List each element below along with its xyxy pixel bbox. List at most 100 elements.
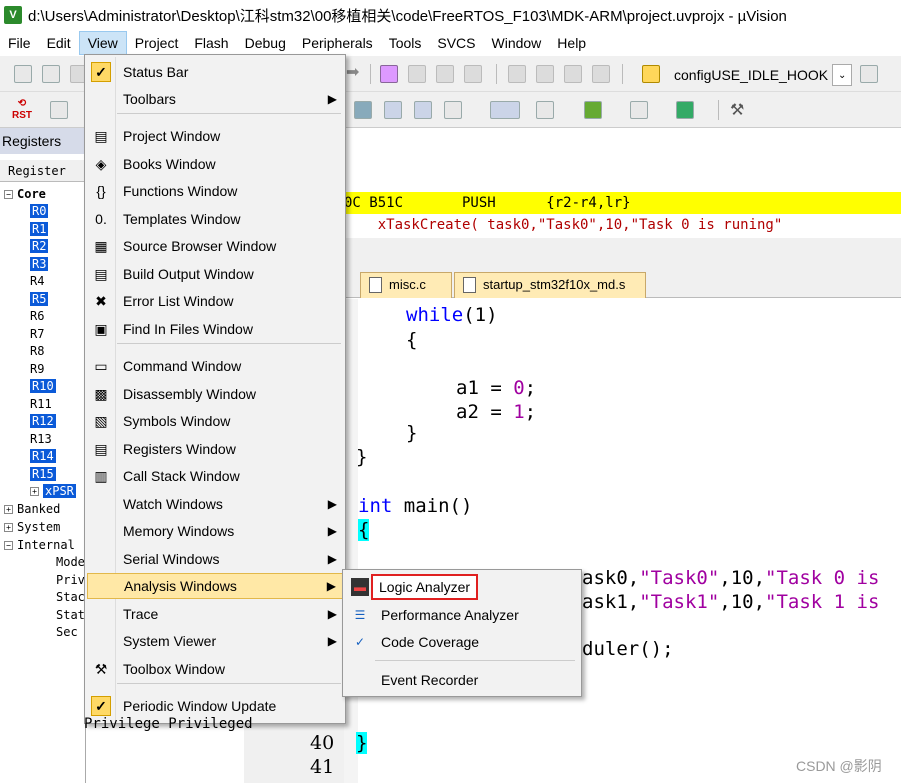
view-menu-item-command-window[interactable]: ▭ Command Window <box>87 353 343 379</box>
tree-node-internal[interactable]: − Internal <box>4 537 75 553</box>
new-file-icon[interactable] <box>14 65 32 83</box>
view-menu-item-source-browser-window[interactable]: ▦ Source Browser Window <box>87 233 343 259</box>
find-in-files-icon[interactable] <box>642 65 660 83</box>
tree-node-core[interactable]: − Core <box>4 186 46 202</box>
view-menu-item-templates-window[interactable]: 0. Templates Window <box>87 206 343 232</box>
menu-help[interactable]: Help <box>549 31 594 55</box>
watch-window-icon[interactable] <box>444 101 462 119</box>
register-name: R9 <box>30 361 45 376</box>
menu-svcs[interactable]: SVCS <box>429 31 483 55</box>
view-menu-item-system-viewer[interactable]: System Viewer ▶ <box>87 628 343 654</box>
register-row[interactable]: R13 <box>30 431 52 447</box>
register-row[interactable]: R10 <box>30 378 56 394</box>
next-bookmark-icon[interactable] <box>436 65 454 83</box>
register-row[interactable]: R4 <box>30 273 44 289</box>
unindent-icon[interactable] <box>536 65 554 83</box>
register-row[interactable]: R14 <box>30 448 56 464</box>
view-menu-item-functions-window[interactable]: {} Functions Window <box>87 178 343 204</box>
internal-child[interactable]: Mode <box>56 554 85 570</box>
indent-icon[interactable] <box>508 65 526 83</box>
view-menu-item-serial-windows[interactable]: Serial Windows ▶ <box>87 546 343 572</box>
collapse-icon[interactable]: − <box>4 190 13 199</box>
view-menu-item-disassembly-window[interactable]: ▩ Disassembly Window <box>87 381 343 407</box>
internal-child[interactable]: Sec <box>56 624 78 640</box>
register-row[interactable]: R11 <box>30 396 52 412</box>
view-menu-item-project-window[interactable]: ▤ Project Window <box>87 123 343 149</box>
bookmark-icon[interactable] <box>380 65 398 83</box>
view-menu-item-books-window[interactable]: ◈ Books Window <box>87 151 343 177</box>
view-menu-item-trace[interactable]: Trace ▶ <box>87 601 343 627</box>
view-menu-item-toolbox-window[interactable]: ⚒ Toolbox Window <box>87 656 343 682</box>
view-menu-item-watch-windows[interactable]: Watch Windows ▶ <box>87 491 343 517</box>
view-menu-item-error-list-window[interactable]: ✖ Error List Window <box>87 288 343 314</box>
clear-bookmarks-icon[interactable] <box>464 65 482 83</box>
register-row[interactable]: R5 <box>30 291 49 307</box>
view-menu-item-memory-windows[interactable]: Memory Windows ▶ <box>87 518 343 544</box>
register-row[interactable]: R15 <box>30 466 56 482</box>
expand-icon[interactable]: + <box>30 487 39 496</box>
register-row[interactable]: R9 <box>30 361 44 377</box>
serial-window-icon[interactable] <box>536 101 554 119</box>
register-row[interactable]: R7 <box>30 326 44 342</box>
tab-startup-s[interactable]: startup_stm32f10x_md.s <box>454 272 646 298</box>
prev-bookmark-icon[interactable] <box>408 65 426 83</box>
uncomment-icon[interactable] <box>592 65 610 83</box>
register-row[interactable]: R3 <box>30 256 49 272</box>
analysis-item-event-recorder[interactable]: Event Recorder <box>345 667 579 693</box>
reset-cpu-button[interactable]: ⟲ RST <box>10 98 34 122</box>
analysis-item-logic-analyzer[interactable]: ▬ Logic Analyzer <box>345 574 579 600</box>
expand-icon[interactable]: + <box>4 505 13 514</box>
code-editor[interactable] <box>344 299 901 783</box>
view-menu-item-toolbars[interactable]: Toolbars ▶ <box>87 86 343 112</box>
view-menu-item-registers-window[interactable]: ▤ Registers Window <box>87 436 343 462</box>
find-combo-dropdown[interactable]: ⌄ <box>832 64 852 86</box>
analysis-window-icon[interactable] <box>584 101 602 119</box>
menu-flash[interactable]: Flash <box>186 31 236 55</box>
collapse-icon[interactable]: − <box>4 541 13 550</box>
menu-edit[interactable]: Edit <box>39 31 79 55</box>
system-viewer-icon[interactable] <box>676 101 694 119</box>
register-row[interactable]: R6 <box>30 308 44 324</box>
memory-window-icon[interactable] <box>490 101 520 119</box>
tree-node-system[interactable]: + System <box>4 519 60 535</box>
run-icon[interactable] <box>50 101 68 119</box>
view-menu-item-find-in-files-window[interactable]: ▣ Find In Files Window <box>87 316 343 342</box>
register-row[interactable]: R2 <box>30 238 49 254</box>
register-name: R8 <box>30 344 45 358</box>
find-combo-value[interactable]: configUSE_IDLE_HOOK <box>674 67 828 83</box>
view-menu-item-analysis-windows[interactable]: Analysis Windows ▶ <box>87 573 343 599</box>
register-row[interactable]: R12 <box>30 413 56 429</box>
register-row[interactable]: R1 <box>30 221 49 237</box>
comment-icon[interactable] <box>564 65 582 83</box>
menu-debug[interactable]: Debug <box>237 31 294 55</box>
internal-child[interactable]: Priv <box>56 572 85 588</box>
tab-misc-c[interactable]: misc.c <box>360 272 452 298</box>
menu-window[interactable]: Window <box>484 31 550 55</box>
symbols-window-icon[interactable] <box>354 101 372 119</box>
menu-file[interactable]: File <box>0 31 39 55</box>
expand-icon[interactable]: + <box>4 523 13 532</box>
registers-window-icon[interactable] <box>384 101 402 119</box>
register-row[interactable]: + xPSR <box>30 483 76 499</box>
menu-tools[interactable]: Tools <box>381 31 430 55</box>
call-stack-window-icon[interactable] <box>414 101 432 119</box>
view-menu-item-symbols-window[interactable]: ▧ Symbols Window <box>87 408 343 434</box>
menu-project[interactable]: Project <box>127 31 187 55</box>
analysis-item-code-coverage[interactable]: ✓ Code Coverage <box>345 629 579 655</box>
register-row[interactable]: R0 <box>30 203 49 219</box>
register-row[interactable]: R8 <box>30 343 44 359</box>
incremental-find-icon[interactable] <box>860 65 878 83</box>
tree-node-banked[interactable]: + Banked <box>4 501 60 517</box>
trace-window-icon[interactable] <box>630 101 648 119</box>
view-menu-item-build-output-window[interactable]: ▤ Build Output Window <box>87 261 343 287</box>
navigate-forward-icon[interactable]: ➡ <box>346 65 364 83</box>
analysis-item-performance-analyzer[interactable]: ☰ Performance Analyzer <box>345 602 579 628</box>
view-menu-item-status-bar[interactable]: ✓ Status Bar <box>87 59 343 85</box>
menu-view[interactable]: View <box>78 31 127 55</box>
open-file-icon[interactable] <box>42 65 60 83</box>
toolbox-icon[interactable]: ⚒ <box>730 100 744 120</box>
window-splitter[interactable] <box>344 238 901 268</box>
register-column-header[interactable]: Register <box>0 160 86 182</box>
menu-peripherals[interactable]: Peripherals <box>294 31 381 55</box>
view-menu-item-call-stack-window[interactable]: ▥ Call Stack Window <box>87 463 343 489</box>
